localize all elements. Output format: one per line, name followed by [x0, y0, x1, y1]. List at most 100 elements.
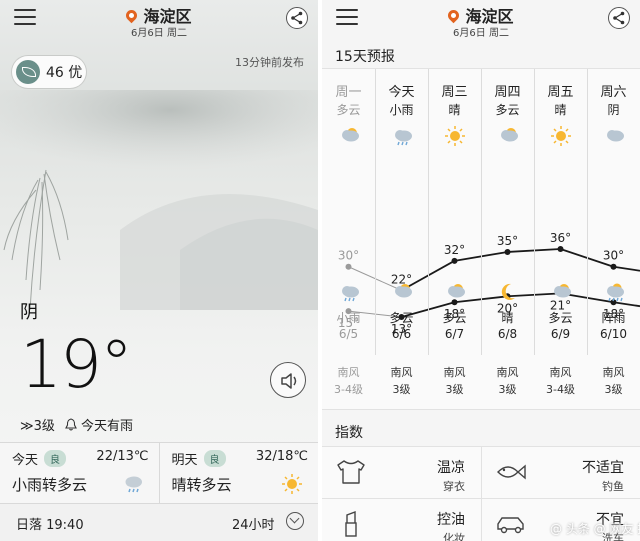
tomorrow-aqi-badge: 良: [203, 450, 226, 467]
forecast-day-name: 周一: [335, 85, 362, 100]
life-index-value: 温凉: [437, 460, 465, 476]
forecast-day-condition: 阴: [607, 103, 620, 117]
life-index-label: 钓鱼: [602, 480, 624, 493]
header-date: 6月6日 周二: [453, 28, 509, 39]
life-index-value: 控油: [437, 512, 465, 528]
forecast-wind-level: 3-4级: [546, 383, 575, 396]
partly-cloudy-icon: [554, 284, 571, 298]
today-range: 22/13℃: [96, 449, 149, 464]
forecast-wind-direction: 南风: [496, 366, 519, 379]
speaker-button[interactable]: [270, 362, 306, 398]
forecast-day-name: 周三: [441, 85, 468, 100]
lipstick-icon: [345, 510, 357, 537]
chevron-down-icon[interactable]: [286, 512, 304, 530]
fifteen-day-forecast[interactable]: 30° 22° 32° 35° 36° 30° 15° 13° 18° 20° 21° 18° 周一多…: [322, 68, 640, 410]
today-label: 今天: [12, 453, 39, 468]
forecast-section-title: 15天预报: [335, 49, 395, 65]
share-icon[interactable]: [286, 7, 308, 29]
life-index-item[interactable]: 温凉 穿衣: [322, 447, 481, 499]
column-divider: [375, 69, 376, 355]
shower-icon: [607, 283, 624, 302]
speaker-icon: [281, 373, 297, 389]
today-aqi-badge: 良: [44, 450, 67, 467]
forecast-day-column[interactable]: 周一 多云 小雨 6/5 南风 3-4级: [322, 69, 375, 411]
forecast-day-column[interactable]: 周三晴多云 6/7 南风 3级: [428, 69, 481, 411]
column-divider: [428, 69, 429, 355]
tomorrow-label: 明天: [171, 453, 198, 468]
forecast-night-condition: 多云: [548, 311, 573, 325]
forecast-day-condition: 小雨: [389, 103, 414, 117]
header: 海淀区 6月6日 周二: [322, 0, 640, 40]
forecast-day-name: 周六: [600, 85, 627, 100]
forecast-date: 6/9: [550, 327, 571, 341]
column-divider: [534, 69, 535, 355]
publish-time: 13分钟前发布: [235, 56, 304, 69]
forecast-day-column[interactable]: 周六阴阵雨 6/10 南风 3级: [587, 69, 640, 411]
cloud-rain-icon: [395, 130, 412, 146]
current-temperature: 19°: [20, 326, 133, 403]
aqi-badge[interactable]: 46 优: [12, 56, 86, 88]
forecast-day-name: 周四: [494, 85, 521, 100]
header-date: 6月6日 周二: [131, 28, 187, 39]
cloud-icon: [607, 130, 624, 142]
forecast-wind-direction: 南风: [443, 366, 466, 379]
two-day-summary: 今天良 22/13℃ 小雨转多云 明天良 32/18℃ 晴转多云: [0, 442, 318, 504]
today-card[interactable]: 今天良 22/13℃ 小雨转多云: [0, 443, 159, 503]
forecast-night-condition: 小雨: [336, 311, 361, 325]
rain-note: 今天有雨: [81, 419, 134, 434]
forecast-day-condition: 多云: [495, 103, 520, 117]
partly-cloudy-icon: [501, 128, 518, 142]
column-divider: [587, 69, 588, 355]
forecast-night-condition: 多云: [389, 311, 414, 325]
header: 海淀区 6月6日 周二: [0, 0, 318, 40]
partly-cloudy-icon: [395, 284, 412, 298]
forecast-date: 6/8: [497, 327, 518, 341]
rain-alert[interactable]: 今天有雨: [65, 415, 133, 434]
fish-icon: [497, 464, 526, 480]
current-weather-panel: 海淀区 6月6日 周二 46 优 13分钟前发布 阴 19° ≫3级 今天有雨 …: [0, 0, 318, 541]
forecast-day-column[interactable]: 周五晴多云 6/9 南风 3-4级: [534, 69, 587, 411]
forecast-day-condition: 晴: [554, 103, 567, 117]
partly-cloudy-icon: [342, 128, 359, 142]
forecast-wind-level: 3级: [392, 383, 411, 396]
forecast-date: 6/10: [600, 327, 627, 341]
forecast-wind-direction: 南风: [337, 366, 360, 379]
forecast-wind-level: 3级: [445, 383, 464, 396]
forecast-wind-direction: 南风: [602, 366, 625, 379]
cloud-rain-icon: [125, 476, 142, 493]
bottom-bar: 日落 19:40 24小时: [0, 504, 318, 541]
forecast-date: 6/7: [444, 327, 465, 341]
aqi-value: 46 优: [46, 65, 83, 81]
forecast-day-column[interactable]: 周四 多云晴 6/8 南风 3级: [481, 69, 534, 411]
life-index-item[interactable]: 控油 化妆: [322, 499, 481, 541]
forecast-day-name: 周五: [547, 85, 574, 100]
bell-icon: [65, 418, 77, 431]
leaf-icon: [16, 60, 40, 84]
partly-cloudy-icon: [448, 284, 465, 298]
share-icon[interactable]: [608, 7, 630, 29]
location-pin-icon: [446, 7, 462, 24]
forecast-wind-level: 3-4级: [334, 383, 363, 396]
current-condition: 阴: [20, 302, 38, 323]
life-index-label: 穿衣: [443, 480, 465, 493]
forecast-day-condition: 多云: [336, 103, 361, 117]
life-index-item[interactable]: 不适宜钓鱼: [481, 447, 640, 499]
watermark: @ 头条 @ 网友 提问与下资源: [550, 522, 640, 536]
sun-icon: [551, 126, 571, 146]
sun-icon: [445, 126, 465, 146]
forecast-wind-level: 3级: [498, 383, 517, 396]
car-icon: [497, 517, 524, 534]
forecast-wind-level: 3级: [604, 383, 623, 396]
tomorrow-range: 32/18℃: [255, 449, 308, 464]
life-index-label: 化妆: [443, 532, 465, 541]
moon-icon: [501, 283, 515, 300]
column-divider: [481, 69, 482, 355]
forecast-day-column[interactable]: 今天 小雨 多云 6/6 南风 3级: [375, 69, 428, 411]
hourly-link[interactable]: 24小时: [232, 514, 275, 533]
life-index-value: 不适宜: [582, 460, 624, 476]
cloud-rain-icon: [342, 286, 359, 302]
sun-icon: [282, 474, 302, 494]
forecast-night-condition: 阵雨: [601, 311, 626, 325]
index-section-title: 指数: [335, 425, 363, 441]
tomorrow-card[interactable]: 明天良 32/18℃ 晴转多云: [158, 443, 319, 503]
